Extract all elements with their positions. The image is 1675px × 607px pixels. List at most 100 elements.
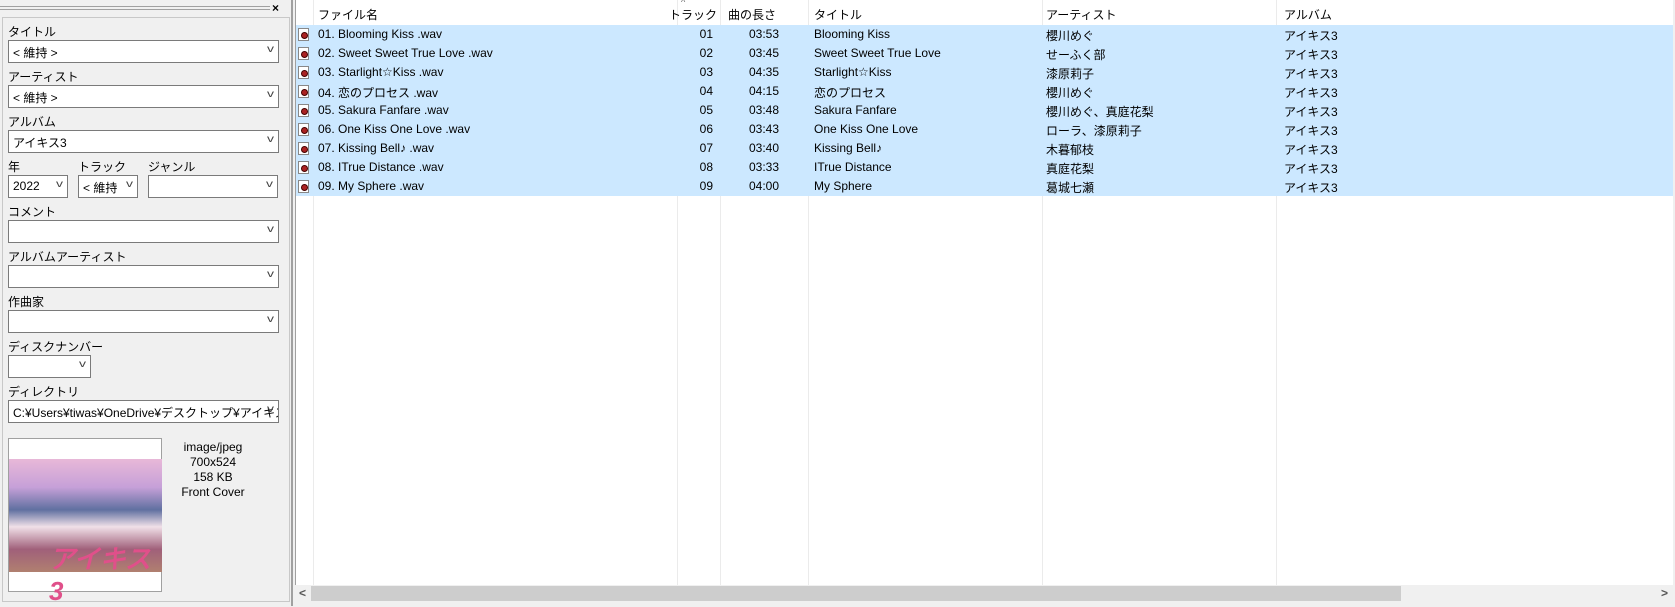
- cell-filename: 05. Sakura Fanfare .wav: [318, 103, 449, 117]
- chevron-down-icon: v: [267, 44, 274, 55]
- audio-file-icon: [298, 104, 309, 117]
- cell-album: アイキス3: [1284, 105, 1338, 119]
- cell-artist: 櫻川めぐ: [1046, 86, 1095, 100]
- cover-art[interactable]: アイキス3: [8, 438, 162, 606]
- table-row[interactable]: 08. ITrue Distance .wav 08 03:33 ITrue Dist…: [296, 158, 1673, 177]
- panel-drag-handle[interactable]: [0, 6, 270, 10]
- cell-album: アイキス3: [1284, 162, 1338, 176]
- cell-title: ITrue Distance: [814, 160, 892, 174]
- album-value: アイキス3: [13, 136, 67, 150]
- cell-title: Kissing Bell♪: [814, 141, 883, 155]
- cell-title: Blooming Kiss: [814, 27, 891, 41]
- cover-mime: image/jpeg: [183, 440, 243, 454]
- cell-length: 04:35: [748, 65, 779, 79]
- cell-length: 04:00: [748, 179, 779, 193]
- chevron-down-icon: v: [266, 179, 273, 190]
- title-label: タイトル: [8, 25, 57, 39]
- cell-artist: 木暮郁枝: [1046, 143, 1095, 157]
- cell-length: 03:43: [748, 122, 779, 136]
- cell-album: アイキス3: [1284, 48, 1338, 62]
- column-header-track[interactable]: トラック: [669, 0, 717, 25]
- cell-length: 03:33: [748, 160, 779, 174]
- table-row[interactable]: 05. Sakura Fanfare .wav 05 03:48 Sakura Fan…: [296, 101, 1673, 120]
- composer-combo[interactable]: v: [8, 310, 279, 333]
- file-list[interactable]: ファイル名 ^ トラック 曲の長さ タイトル アーティスト アルバム 01. B…: [295, 0, 1673, 585]
- artist-label: アーティスト: [8, 70, 79, 84]
- title-combo[interactable]: < 維持 > v: [8, 40, 279, 63]
- column-header-length[interactable]: 曲の長さ: [728, 0, 776, 25]
- chevron-down-icon: v: [267, 224, 274, 235]
- cell-album: アイキス3: [1284, 67, 1338, 81]
- album-combo[interactable]: アイキス3 v: [8, 130, 279, 153]
- cell-title: Sakura Fanfare: [814, 103, 897, 117]
- cell-length: 03:48: [748, 103, 779, 117]
- cell-length: 04:15: [748, 84, 779, 98]
- disc-number-combo[interactable]: v: [8, 355, 91, 378]
- horizontal-scrollbar[interactable]: < >: [295, 585, 1673, 602]
- chevron-down-icon: v: [267, 314, 274, 325]
- table-row[interactable]: 07. Kissing Bell♪ .wav 07 03:40 Kissing Bel…: [296, 139, 1673, 158]
- cell-filename: 04. 恋のプロセス .wav: [318, 86, 439, 100]
- cell-artist: せーふく部: [1046, 48, 1106, 62]
- cell-filename: 03. Starlight☆Kiss .wav: [318, 65, 444, 79]
- comment-combo[interactable]: v: [8, 220, 279, 243]
- cell-album: アイキス3: [1284, 124, 1338, 138]
- cell-track: 02: [699, 46, 713, 60]
- album-artist-label: アルバムアーティスト: [8, 250, 127, 264]
- cell-length: 03:40: [748, 141, 779, 155]
- column-header-album[interactable]: アルバム: [1284, 0, 1332, 25]
- track-value: < 維持: [83, 181, 118, 195]
- year-label: 年: [8, 160, 21, 174]
- column-header-title[interactable]: タイトル: [814, 0, 862, 25]
- cell-filename: 06. One Kiss One Love .wav: [318, 122, 471, 136]
- genre-combo[interactable]: v: [148, 175, 278, 198]
- track-label: トラック: [78, 160, 127, 174]
- cell-track: 03: [699, 65, 713, 79]
- scroll-left-icon[interactable]: <: [299, 586, 306, 600]
- cell-track: 05: [699, 103, 713, 117]
- cell-track: 04: [699, 84, 713, 98]
- chevron-down-icon: v: [267, 89, 274, 100]
- table-row[interactable]: 04. 恋のプロセス .wav 04 04:15 恋のプロセス 櫻川めぐ アイキス3: [296, 82, 1673, 101]
- audio-file-icon: [298, 161, 309, 174]
- artist-combo[interactable]: < 維持 > v: [8, 85, 279, 108]
- year-combo[interactable]: 2022 v: [8, 175, 68, 198]
- cell-length: 03:53: [748, 27, 779, 41]
- close-panel-button[interactable]: ×: [272, 1, 279, 15]
- cell-artist: 葛城七瀬: [1046, 181, 1095, 195]
- cell-track: 09: [699, 179, 713, 193]
- table-row[interactable]: 09. My Sphere .wav 09 04:00 My Sphere 葛城七瀬 アイ…: [296, 177, 1673, 196]
- comment-label: コメント: [8, 205, 57, 219]
- cell-album: アイキス3: [1284, 86, 1338, 100]
- directory-value: C:¥Users¥tiwas¥OneDrive¥デスクトップ¥アイキス3¥: [13, 406, 279, 420]
- cell-filename: 07. Kissing Bell♪ .wav: [318, 141, 435, 155]
- tag-editor-panel: × タイトル < 維持 > v アーティスト < 維持 > v アルバム アイキス3…: [0, 0, 293, 606]
- year-value: 2022: [13, 179, 40, 193]
- cell-track: 01: [699, 27, 713, 41]
- column-header-filename[interactable]: ファイル名: [318, 0, 378, 25]
- cell-track: 07: [699, 141, 713, 155]
- cell-track: 08: [699, 160, 713, 174]
- cell-filename: 01. Blooming Kiss .wav: [318, 27, 443, 41]
- chevron-down-icon: v: [267, 134, 274, 145]
- album-artist-combo[interactable]: v: [8, 265, 279, 288]
- cell-artist: 漆原莉子: [1046, 67, 1095, 81]
- scrollbar-thumb[interactable]: [311, 586, 1401, 601]
- track-combo[interactable]: < 維持 v: [78, 175, 138, 198]
- table-row[interactable]: 01. Blooming Kiss .wav 01 03:53 Blooming Ki…: [296, 25, 1673, 44]
- album-label: アルバム: [8, 115, 56, 129]
- audio-file-icon: [298, 123, 309, 136]
- table-row[interactable]: 06. One Kiss One Love .wav 06 03:43 One Kis…: [296, 120, 1673, 139]
- table-row[interactable]: 03. Starlight☆Kiss .wav 03 04:35 Starlight☆…: [296, 63, 1673, 82]
- table-row[interactable]: 02. Sweet Sweet True Love .wav 02 03:45 Swe…: [296, 44, 1673, 63]
- chevron-down-icon: v: [56, 179, 63, 190]
- cell-artist: ローラ、漆原莉子: [1046, 124, 1142, 138]
- scroll-right-icon[interactable]: >: [1661, 586, 1668, 600]
- cell-artist: 櫻川めぐ: [1046, 29, 1095, 43]
- directory-combo[interactable]: C:¥Users¥tiwas¥OneDrive¥デスクトップ¥アイキス3¥ v: [8, 400, 279, 423]
- directory-label: ディレクトリ: [8, 385, 80, 399]
- column-header-artist[interactable]: アーティスト: [1046, 0, 1117, 25]
- cell-artist: 櫻川めぐ、真庭花梨: [1046, 105, 1154, 119]
- cell-title: Starlight☆Kiss: [814, 65, 892, 79]
- cover-size: 158 KB: [193, 470, 233, 484]
